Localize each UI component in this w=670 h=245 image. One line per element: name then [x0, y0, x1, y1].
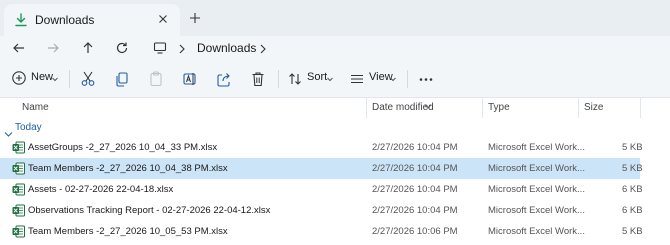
file-name[interactable]: Observations Tracking Report - 02-27-202… [28, 205, 270, 216]
column-header-date[interactable]: Date modified [372, 102, 434, 113]
file-size: 5 KB [622, 163, 643, 174]
up-arrow-icon[interactable] [80, 40, 96, 56]
file-date: 2/27/2026 10:04 PM [372, 205, 458, 216]
plus-circle-icon[interactable] [11, 70, 27, 88]
paste-icon[interactable] [148, 70, 164, 88]
file-name[interactable]: Team Members -2_27_2026 10_04_38 PM.xlsx [28, 163, 228, 174]
download-icon [14, 13, 28, 27]
more-options-icon[interactable] [418, 70, 434, 88]
column-divider[interactable] [482, 98, 483, 118]
chevron-down-icon[interactable] [51, 70, 59, 88]
excel-file-icon [12, 162, 25, 175]
file-row[interactable]: Team Members -2_27_2026 10_04_38 PM.xlsx… [0, 158, 643, 179]
file-row[interactable]: AssetGroups -2_27_2026 10_04_33 PM.xlsx 2… [0, 137, 643, 158]
breadcrumb-downloads[interactable]: Downloads [197, 41, 256, 55]
refresh-icon[interactable] [114, 40, 130, 56]
file-row[interactable]: Assets - 02-27-2026 22-04-18.xlsx 2/27/20… [0, 179, 643, 200]
chevron-down-icon[interactable] [389, 70, 397, 88]
column-header-size[interactable]: Size [584, 102, 603, 113]
file-row[interactable]: Observations Tracking Report - 02-27-202… [0, 200, 643, 221]
copy-icon[interactable] [114, 70, 130, 88]
excel-file-icon [12, 141, 25, 154]
chevron-down-icon[interactable] [4, 125, 13, 137]
file-type: Microsoft Excel Work... [488, 142, 585, 153]
file-date: 2/27/2026 10:04 PM [372, 163, 458, 174]
close-tab-icon[interactable] [155, 11, 171, 27]
excel-file-icon [12, 225, 25, 238]
column-header-row: Name Date modified Type Size [0, 98, 670, 118]
sort-button[interactable]: Sort [307, 71, 327, 83]
column-divider[interactable] [578, 98, 579, 118]
new-tab-icon[interactable] [187, 10, 203, 26]
column-header-type[interactable]: Type [488, 102, 510, 113]
rename-icon[interactable] [182, 70, 198, 88]
file-size: 5 KB [622, 226, 643, 237]
file-name[interactable]: Assets - 02-27-2026 22-04-18.xlsx [28, 184, 173, 195]
file-row[interactable]: Team Members -2_27_2026 10_05_53 PM.xlsx… [0, 221, 643, 242]
column-header-name[interactable]: Name [22, 102, 49, 113]
divider [407, 70, 408, 88]
delete-icon[interactable] [250, 70, 266, 88]
file-type: Microsoft Excel Work... [488, 163, 585, 174]
back-arrow-icon[interactable] [11, 40, 27, 56]
share-icon[interactable] [216, 70, 232, 88]
file-size: 6 KB [622, 184, 643, 195]
excel-file-icon [12, 183, 25, 196]
divider [69, 70, 70, 88]
command-bar: New Sort View [0, 60, 670, 98]
excel-file-icon [12, 204, 25, 217]
address-bar[interactable]: Downloads [147, 36, 670, 60]
sort-icon[interactable] [288, 70, 302, 88]
divider [278, 70, 279, 88]
column-divider[interactable] [640, 98, 641, 118]
file-type: Microsoft Excel Work... [488, 184, 585, 195]
file-date: 2/27/2026 10:06 PM [372, 226, 458, 237]
file-type: Microsoft Excel Work... [488, 205, 585, 216]
new-button[interactable]: New [31, 71, 53, 83]
file-size: 5 KB [622, 142, 643, 153]
tab-title: Downloads [35, 13, 95, 27]
chevron-right-icon[interactable] [177, 42, 187, 54]
file-size: 6 KB [622, 205, 643, 216]
forward-arrow-icon[interactable] [45, 40, 61, 56]
file-date: 2/27/2026 10:04 PM [372, 184, 458, 195]
file-name[interactable]: AssetGroups -2_27_2026 10_04_33 PM.xlsx [28, 142, 217, 153]
view-list-icon[interactable] [350, 70, 364, 88]
title-bar: Downloads [0, 0, 670, 36]
column-divider[interactable] [366, 98, 367, 118]
file-date: 2/27/2026 10:04 PM [372, 142, 458, 153]
tab-downloads[interactable]: Downloads [4, 4, 180, 36]
chevron-down-icon[interactable] [326, 70, 334, 88]
chevron-right-icon[interactable] [258, 42, 268, 54]
cut-icon[interactable] [80, 70, 96, 88]
this-pc-icon[interactable] [153, 41, 167, 55]
group-label: Today [15, 122, 42, 133]
file-type: Microsoft Excel Work... [488, 226, 585, 237]
file-name[interactable]: Team Members -2_27_2026 10_05_53 PM.xlsx [28, 226, 228, 237]
